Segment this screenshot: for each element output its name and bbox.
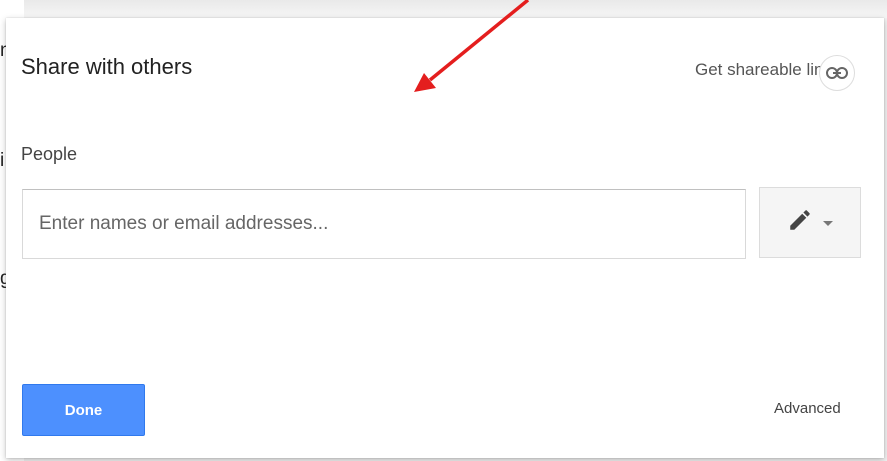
screen: n i g Share with others Get shareable li… xyxy=(0,0,887,461)
permission-dropdown-button[interactable] xyxy=(759,187,861,258)
link-icon[interactable] xyxy=(819,55,855,91)
pencil-icon xyxy=(787,207,813,238)
dialog-title: Share with others xyxy=(21,54,193,79)
people-label: People xyxy=(21,144,78,164)
share-dialog: Share with others Get shareable link Peo… xyxy=(6,18,884,458)
get-shareable-link[interactable]: Get shareable link xyxy=(695,60,832,80)
background-text-fragment: i xyxy=(0,150,5,171)
top-shade xyxy=(0,0,887,18)
done-button[interactable]: Done xyxy=(22,384,145,436)
chevron-down-icon xyxy=(823,214,833,232)
advanced-link[interactable]: Advanced xyxy=(774,400,841,417)
people-input[interactable] xyxy=(22,189,746,259)
